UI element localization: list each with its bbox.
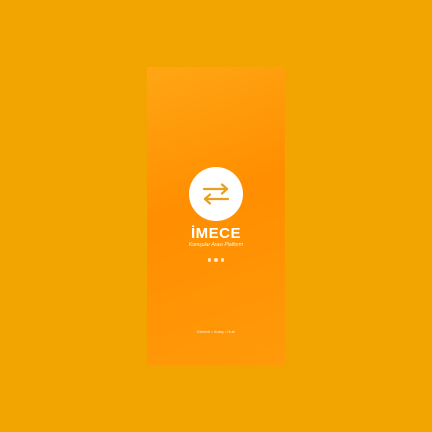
loading-dot: [214, 258, 218, 262]
background: İMECE Komşular Arası Platform Güvenli • …: [0, 0, 432, 432]
loading-dot: [220, 258, 225, 262]
footer-tagline: Güvenli • Kolay • Hızlı: [196, 329, 236, 334]
app-subtitle: Komşular Arası Platform: [189, 242, 243, 248]
loading-dot: [207, 258, 212, 262]
app-logo: [189, 167, 243, 221]
splash-screen: İMECE Komşular Arası Platform Güvenli • …: [147, 67, 285, 365]
app-title: İMECE: [190, 225, 241, 242]
swap-arrows-icon: [202, 183, 230, 205]
loading-indicator: [147, 258, 285, 262]
